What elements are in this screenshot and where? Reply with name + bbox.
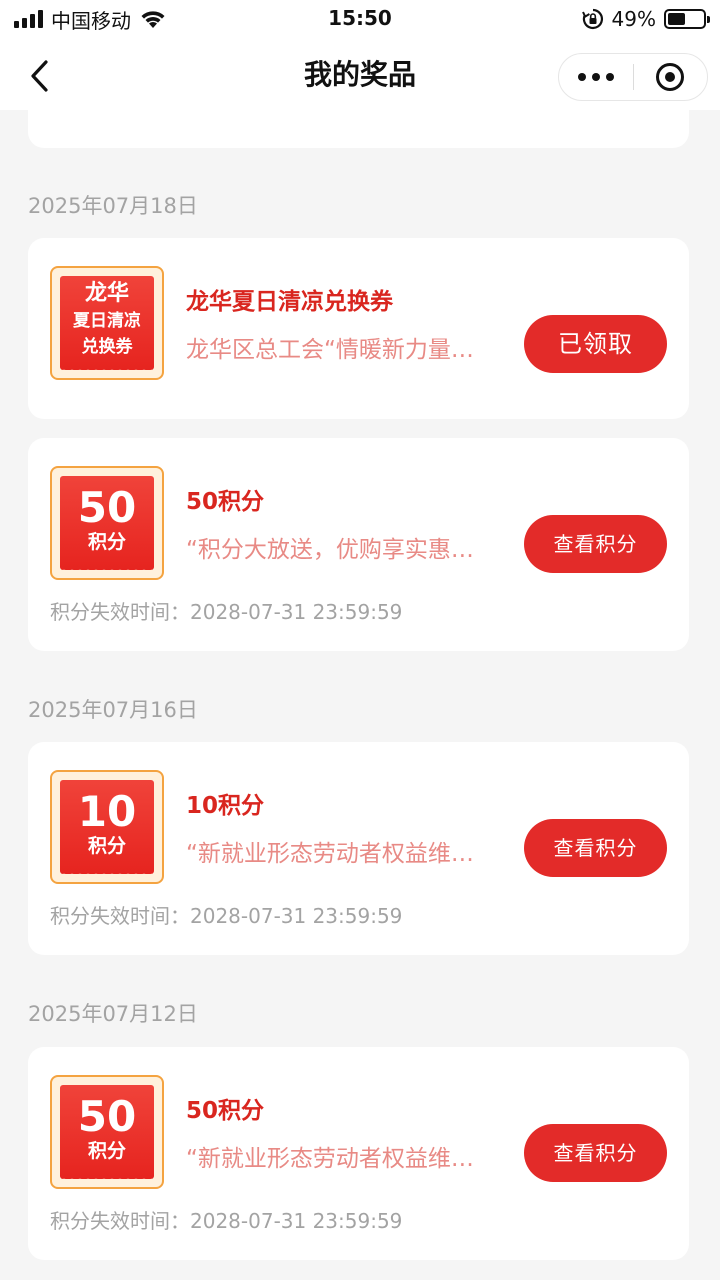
badge-unit: 积分: [87, 531, 126, 553]
prize-title: 10积分: [186, 793, 265, 819]
claimed-button[interactable]: 已领取: [524, 315, 667, 373]
more-button[interactable]: [559, 53, 633, 101]
prize-card-voucher[interactable]: 龙华 夏日清凉 兑换券 龙华夏日清凉兑换券 龙华区总工会“情暖新力量… 已领取: [28, 238, 689, 419]
battery-icon: [664, 9, 710, 29]
points-badge: 10 积分: [50, 770, 164, 884]
expire-time: 积分失效时间：2028-07-31 23:59:59: [50, 1209, 403, 1233]
more-dots-icon: [577, 73, 586, 81]
prize-card-points[interactable]: 50 积分 50积分 “积分大放送，优购享实惠… 查看积分 积分失效时间：202…: [28, 438, 689, 651]
close-mini-program-button[interactable]: [634, 53, 708, 101]
prize-title: 龙华夏日清凉兑换券: [186, 289, 393, 315]
battery-percent: 49%: [611, 7, 656, 31]
back-button[interactable]: [18, 54, 62, 98]
prize-title: 50积分: [186, 1098, 265, 1124]
points-badge: 50 积分: [50, 466, 164, 580]
badge-number: 50: [77, 1092, 137, 1141]
expire-time: 积分失效时间：2028-07-31 23:59:59: [50, 904, 403, 928]
prize-card-points[interactable]: 10 积分 10积分 “新就业形态劳动者权益维… 查看积分 积分失效时间：202…: [28, 742, 689, 955]
signal-icon: [14, 10, 43, 28]
badge-line1: 龙华: [84, 281, 129, 306]
date-label: 2025年07月12日: [28, 1002, 198, 1026]
badge-number: 10: [77, 787, 137, 836]
badge-number: 50: [77, 483, 137, 532]
rotation-lock-icon: [581, 8, 603, 30]
view-points-button[interactable]: 查看积分: [524, 819, 667, 877]
prize-title: 50积分: [186, 489, 265, 515]
carrier-name: 中国移动: [51, 8, 131, 33]
status-bar: 中国移动 15:50 49%: [0, 0, 720, 40]
view-points-button[interactable]: 查看积分: [524, 515, 667, 573]
mini-program-capsule: [558, 53, 708, 101]
expire-time: 积分失效时间：2028-07-31 23:59:59: [50, 600, 403, 624]
badge-unit: 积分: [87, 1140, 126, 1162]
prize-description: “积分大放送，优购享实惠…: [186, 537, 474, 563]
prize-description: “新就业形态劳动者权益维…: [186, 1146, 474, 1172]
chevron-left-icon: [31, 60, 48, 92]
view-points-button[interactable]: 查看积分: [524, 1124, 667, 1182]
points-badge: 50 积分: [50, 1075, 164, 1189]
nav-bar: 我的奖品: [0, 40, 720, 110]
badge-line2: 夏日清凉: [73, 311, 141, 331]
date-label: 2025年07月16日: [28, 698, 198, 722]
target-icon: [656, 63, 685, 91]
prize-card-points[interactable]: 50 积分 50积分 “新就业形态劳动者权益维… 查看积分 积分失效时间：202…: [28, 1047, 689, 1260]
prize-description: 龙华区总工会“情暖新力量…: [186, 337, 474, 363]
prize-description: “新就业形态劳动者权益维…: [186, 841, 474, 867]
prize-list: 2025年07月18日 龙华 夏日清凉 兑换券 龙华夏日清凉兑换券 龙华区总工会…: [0, 0, 720, 1280]
badge-line3: 兑换券: [81, 337, 133, 357]
date-label: 2025年07月18日: [28, 194, 198, 218]
badge-unit: 积分: [87, 835, 126, 857]
wifi-icon: [141, 11, 165, 28]
voucher-badge: 龙华 夏日清凉 兑换券: [50, 266, 164, 380]
